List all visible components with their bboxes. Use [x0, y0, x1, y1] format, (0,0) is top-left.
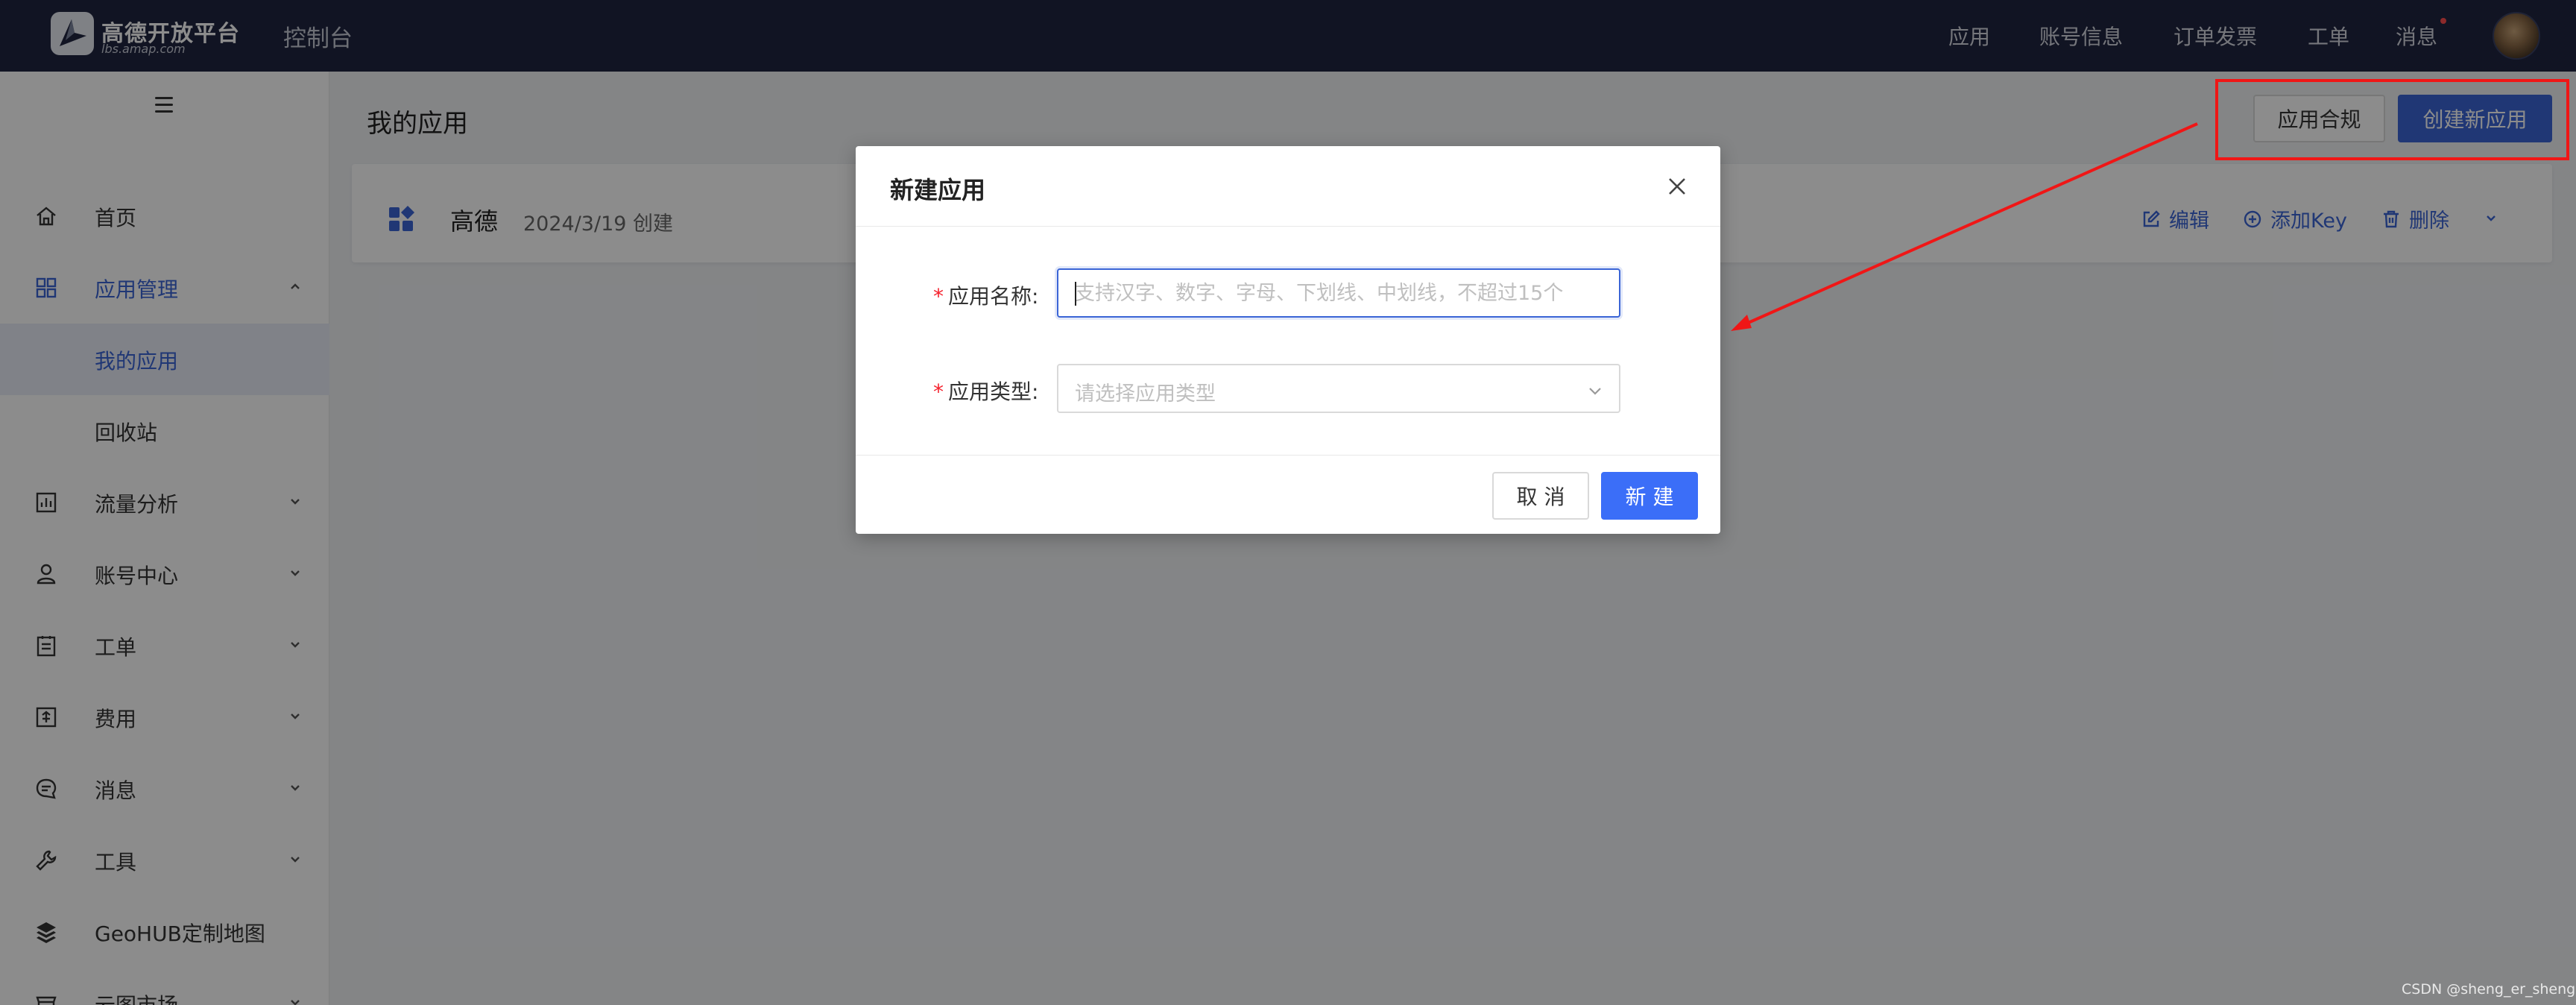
app-name-input[interactable]	[1057, 268, 1620, 318]
chevron-down-icon	[1589, 388, 1601, 395]
cancel-button[interactable]: 取 消	[1492, 472, 1589, 520]
text-caret	[1075, 282, 1076, 306]
app-type-row: * 应用类型: 请选择应用类型	[856, 364, 1720, 415]
annotation-arrow-icon	[1731, 122, 2198, 331]
dialog-header: 新建应用	[856, 146, 1720, 227]
app-name-row: * 应用名称:	[856, 268, 1720, 319]
app-type-placeholder: 请选择应用类型	[1075, 382, 1216, 406]
dialog-footer: 取 消 新 建	[856, 455, 1720, 534]
app-type-select[interactable]: 请选择应用类型	[1057, 364, 1620, 413]
annotation-highlight-box	[2215, 79, 2569, 160]
close-icon[interactable]	[1665, 174, 1689, 198]
new-app-dialog: 新建应用 *应用名称: *应用类型: 请选择应用类型 取 消 新 建	[856, 146, 1720, 534]
watermark: CSDN @sheng_er_sheng	[2402, 981, 2576, 998]
app-name-label: * 应用名称:	[933, 284, 1039, 309]
create-button[interactable]: 新 建	[1601, 472, 1698, 520]
app-type-label: * 应用类型:	[933, 379, 1039, 404]
dialog-title: 新建应用	[890, 176, 986, 204]
